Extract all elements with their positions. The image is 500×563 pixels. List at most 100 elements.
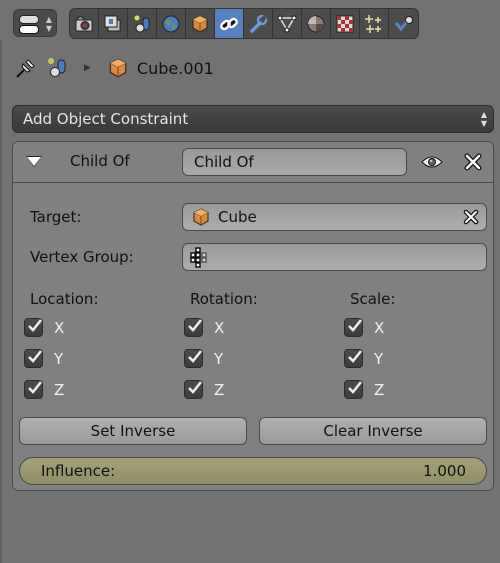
clear-target-icon[interactable] (463, 209, 479, 225)
rotation-label: Rotation: (190, 290, 258, 308)
clear-inverse-button[interactable]: Clear Inverse (259, 417, 487, 445)
editor-type-icon-lower (19, 25, 39, 34)
editor-type-selector[interactable]: ▲ ▼ (13, 9, 57, 37)
checkbox-label: X (374, 318, 385, 337)
checkmark-icon (188, 319, 202, 332)
tab-texture[interactable] (331, 9, 360, 38)
checkbox[interactable] (24, 349, 43, 368)
arrow-down-icon: ▼ (45, 24, 52, 33)
scene-icon (134, 15, 150, 32)
checkmark-icon (28, 350, 42, 363)
checkmark-icon (348, 350, 362, 363)
target-field[interactable]: Cube (182, 203, 487, 231)
close-icon[interactable] (463, 152, 483, 172)
scale-y-checkbox[interactable]: Y (344, 349, 383, 368)
constraint-type-label: Child Of (70, 152, 130, 170)
checkbox[interactable] (344, 318, 363, 337)
checkmark-icon (348, 381, 362, 394)
cube-icon (192, 14, 208, 33)
vertex-group-label: Vertex Group: (30, 248, 134, 266)
influence-slider[interactable]: Influence: 1.000 (19, 457, 487, 485)
rotation-x-checkbox[interactable]: X (184, 318, 224, 337)
world-icon (162, 15, 180, 32)
checkbox[interactable] (344, 380, 363, 399)
breadcrumb: ▶ Cube.001 (14, 56, 214, 80)
tab-physics[interactable] (389, 9, 418, 38)
wrench-icon (250, 14, 268, 33)
scale-z-checkbox[interactable]: Z (344, 380, 384, 399)
mesh-data-icon (277, 15, 297, 32)
checkbox[interactable] (24, 380, 43, 399)
location-label: Location: (30, 290, 99, 308)
set-inverse-button[interactable]: Set Inverse (19, 417, 247, 445)
checkbox-label: Y (374, 349, 384, 368)
render-layers-icon (104, 15, 121, 31)
constraint-name-value: Child Of (194, 153, 254, 171)
camera-icon (75, 16, 93, 31)
location-x-checkbox[interactable]: X (24, 318, 64, 337)
tab-modifiers[interactable] (244, 9, 273, 38)
target-label: Target: (30, 208, 82, 226)
location-y-checkbox[interactable]: Y (24, 349, 63, 368)
checkbox-label: Z (214, 380, 225, 399)
checkbox[interactable] (24, 318, 43, 337)
checkmark-icon (188, 350, 202, 363)
scale-label: Scale: (350, 290, 396, 308)
checkbox[interactable] (184, 349, 203, 368)
checkbox-label: Y (214, 349, 224, 368)
vertex-group-icon (190, 247, 207, 268)
pin-icon[interactable] (14, 56, 38, 80)
constraint-name-field[interactable]: Child Of (182, 148, 407, 176)
scale-x-checkbox[interactable]: X (344, 318, 384, 337)
region-edge (0, 0, 2, 563)
cube-icon (109, 58, 127, 78)
constraint-header: Child Of Child Of (13, 142, 493, 183)
vertex-group-field[interactable] (182, 243, 487, 271)
tab-particles[interactable] (360, 9, 389, 38)
rotation-y-checkbox[interactable]: Y (184, 349, 223, 368)
tab-material[interactable] (302, 9, 331, 38)
particles-icon (365, 14, 381, 33)
add-object-constraint-dropdown[interactable]: Add Object Constraint ▲ ▼ (12, 105, 494, 133)
arrow-up-icon: ▲ (45, 15, 52, 24)
checkbox[interactable] (184, 318, 203, 337)
cube-icon (193, 208, 209, 226)
breadcrumb-arrow-icon: ▶ (84, 63, 91, 73)
checkmark-icon (28, 319, 42, 332)
properties-header: ▲ ▼ (0, 0, 500, 40)
checkmark-icon (348, 319, 362, 332)
tab-render[interactable] (70, 9, 99, 38)
influence-value: 1.000 (423, 462, 466, 480)
checkbox[interactable] (344, 349, 363, 368)
tab-data[interactable] (273, 9, 302, 38)
add-constraint-label: Add Object Constraint (23, 110, 189, 128)
tab-scene[interactable] (128, 9, 157, 38)
rotation-z-checkbox[interactable]: Z (184, 380, 224, 399)
editor-type-icon (19, 15, 39, 24)
checkbox-label: Z (54, 380, 65, 399)
dropdown-arrows-icon: ▲ ▼ (480, 110, 487, 128)
eye-icon[interactable] (421, 155, 443, 169)
influence-label: Influence: (41, 462, 116, 480)
tab-render-layers[interactable] (99, 9, 128, 38)
target-value: Cube (218, 208, 257, 226)
object-name: Cube.001 (136, 58, 214, 78)
location-z-checkbox[interactable]: Z (24, 380, 64, 399)
texture-checker-icon (336, 15, 354, 32)
checkbox-label: X (214, 318, 225, 337)
material-sphere-icon (307, 15, 325, 32)
physics-icon (394, 15, 413, 31)
constraint-panel: Child Of Child Of Target: Cube Vertex Gr… (12, 141, 494, 491)
scene-icon (48, 58, 66, 77)
tab-object[interactable] (186, 9, 215, 38)
properties-tabs (69, 8, 419, 39)
checkmark-icon (28, 381, 42, 394)
checkbox-label: Y (54, 349, 64, 368)
checkbox-label: Z (374, 380, 385, 399)
checkbox[interactable] (184, 380, 203, 399)
checkbox-label: X (54, 318, 65, 337)
tab-constraints[interactable] (215, 9, 244, 38)
collapse-triangle-icon (27, 157, 41, 166)
checkmark-icon (188, 381, 202, 394)
tab-world[interactable] (157, 9, 186, 38)
